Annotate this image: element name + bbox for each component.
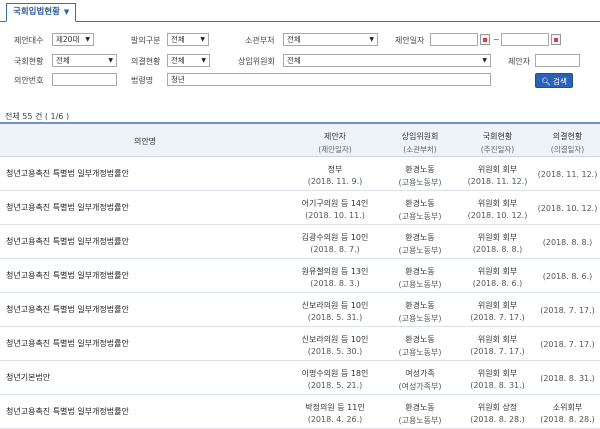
committee-cell: 환경노동 (고용노동부): [398, 233, 442, 255]
status-cell: 위원회 회부 (2018. 8. 31.): [470, 369, 525, 390]
bill-title-link[interactable]: 청년고용촉진 특별법 일부개정법률안: [6, 327, 246, 360]
ministry-label: 소관부처: [245, 36, 275, 45]
decision-cell: (2018. 8. 31.): [540, 374, 595, 383]
tab-bar: 국회입법현황 ▼: [0, 0, 600, 22]
table-row: 청년기본법안 이명수의원 등 18인 (2018. 5. 21.) 여성가족 (여성…: [0, 361, 600, 395]
table-row: 청년고용촉진 특별법 일부개정법률안 박정의원 등 11인 (2018. 4. 2…: [0, 395, 600, 429]
proposer-cell: 어기구의원 등 14인 (2018. 10. 11.): [301, 199, 369, 220]
status-cell: 위원회 회부 (2018. 7. 17.): [470, 301, 525, 322]
header-committee: 상임위원회 (소관부처): [401, 132, 439, 154]
bill-title-link[interactable]: 청년고용촉진 특별법 일부개정법률안: [6, 157, 246, 190]
assembly-status-select[interactable]: 전체 ▼: [52, 54, 117, 67]
proposer-input[interactable]: [535, 54, 580, 67]
status-cell: 위원회 회부 (2018. 10. 12.): [467, 199, 528, 220]
proposal-term-select[interactable]: 제20대 ▼: [52, 33, 94, 46]
committee-cell: 환경노동 (고용노동부): [398, 301, 442, 323]
chevron-down-icon: ▼: [63, 8, 70, 16]
proposer-label: 제안자: [508, 57, 531, 66]
date-to-input[interactable]: [501, 33, 549, 46]
proposer-cell: 신보라의원 등 10인 (2018. 5. 30.): [301, 335, 369, 356]
caret-down-icon: ▼: [200, 36, 205, 43]
tab-label: 국회입법현황: [13, 7, 60, 17]
proposal-date-label: 제안일자: [395, 36, 425, 45]
date-from-input[interactable]: [430, 33, 478, 46]
header-bill-name: 의안명: [133, 137, 157, 146]
header-decision-status: 의결현황 (의결일자): [550, 132, 585, 154]
bill-no-input[interactable]: [52, 73, 117, 86]
table-row: 청년고용촉진 특별법 일부개정법률안 김광수의원 등 10인 (2018. 8. …: [0, 225, 600, 259]
decision-status-select[interactable]: 전체 ▼: [167, 54, 210, 67]
proposer-cell: 박정의원 등 11인 (2018. 4. 26.): [305, 403, 365, 424]
bill-title-link[interactable]: 청년고용촉진 특별법 일부개정법률안: [6, 191, 246, 224]
committee-select[interactable]: 전체 ▼: [283, 54, 491, 67]
proposer-cell: 원유철의원 등 13인 (2018. 8. 3.): [301, 267, 369, 288]
decision-cell: 소위회부 (2018. 8. 28.): [540, 403, 595, 424]
header-proposer: 제안자 (제안일자): [318, 132, 352, 154]
decision-status-label: 의결현황: [131, 57, 161, 66]
caret-down-icon: ▼: [85, 36, 90, 43]
table-header: 의안명 제안자 (제안일자) 상임위원회 (소관부처) 국회현황 (추진일자) …: [0, 122, 600, 157]
status-cell: 위원회 회부 (2018. 7. 17.): [470, 335, 525, 356]
search-button[interactable]: 🔍︎ 검색: [535, 73, 573, 88]
committee-cell: 환경노동 (고용노동부): [398, 165, 442, 187]
proposer-cell: 정부 (2018. 11. 9.): [307, 165, 363, 186]
ministry-select[interactable]: 전체 ▼: [283, 33, 378, 46]
caret-down-icon: ▼: [201, 57, 206, 64]
caret-down-icon: ▼: [369, 36, 374, 43]
decision-cell: (2018. 7. 17.): [540, 306, 595, 315]
status-cell: 위원회 상정 (2018. 8. 28.): [470, 403, 525, 424]
decision-cell: (2018. 10. 12.): [537, 204, 598, 213]
table-row: 청년고용촉진 특별법 일부개정법률안 신보라의원 등 10인 (2018. 5. …: [0, 293, 600, 327]
table-row: 청년고용촉진 특별법 일부개정법률안 신보라의원 등 10인 (2018. 5. …: [0, 327, 600, 361]
decision-cell: (2018. 8. 8.): [542, 238, 593, 247]
bill-title-link[interactable]: 청년고용촉진 특별법 일부개정법률안: [6, 225, 246, 258]
bill-type-select[interactable]: 전체 ▼: [167, 33, 209, 46]
decision-cell: (2018. 8. 6.): [542, 272, 593, 281]
proposer-cell: 이명수의원 등 18인 (2018. 5. 21.): [301, 369, 369, 390]
bill-name-label: 법령명: [131, 76, 154, 85]
committee-label: 상임위원회: [238, 57, 275, 66]
status-cell: 위원회 회부 (2018. 8. 8.): [472, 233, 523, 254]
table-row: 청년고용촉진 특별법 일부개정법률안 어기구의원 등 14인 (2018. 10.…: [0, 191, 600, 225]
date-separator: ~: [493, 35, 500, 44]
bill-no-label: 의안번호: [14, 76, 44, 85]
committee-cell: 환경노동 (고용노동부): [398, 199, 442, 221]
committee-cell: 환경노동 (고용노동부): [398, 267, 442, 289]
bill-title-link[interactable]: 청년고용촉진 특별법 일부개정법률안: [6, 293, 246, 326]
result-summary: 전체 55 건 ( 1/6 ): [5, 112, 70, 121]
bill-title-link[interactable]: 청년고용촉진 특별법 일부개정법률안: [6, 395, 246, 428]
committee-cell: 환경노동 (고용노동부): [398, 335, 442, 357]
calendar-icon[interactable]: [480, 34, 490, 45]
bill-name-input[interactable]: 청년: [167, 73, 491, 86]
caret-down-icon: ▼: [482, 57, 487, 64]
search-icon: 🔍︎: [541, 77, 551, 86]
bill-title-link[interactable]: 청년고용촉진 특별법 일부개정법률안: [6, 259, 246, 292]
bill-title-link[interactable]: 청년기본법안: [6, 361, 246, 394]
calendar-icon[interactable]: [551, 34, 561, 45]
proposal-term-label: 제안대수: [14, 36, 44, 45]
header-assembly-status: 국회현황 (추진일자): [480, 132, 515, 154]
search-form: 제안대수 제20대 ▼ 발의구분 전체 ▼ 소관부처 전체 ▼ 제안일자 ~ 국회현황…: [0, 28, 600, 90]
proposer-cell: 김광수의원 등 10인 (2018. 8. 7.): [301, 233, 369, 254]
status-cell: 위원회 회부 (2018. 11. 12.): [467, 165, 528, 186]
committee-cell: 환경노동 (고용노동부): [398, 403, 442, 425]
decision-cell: (2018. 11. 12.): [537, 170, 598, 179]
tab-assembly-legislation[interactable]: 국회입법현황 ▼: [6, 3, 77, 22]
caret-down-icon: ▼: [108, 57, 113, 64]
bill-type-label: 발의구분: [131, 36, 161, 45]
committee-cell: 여성가족 (여성가족부): [398, 369, 442, 391]
table-row: 청년고용촉진 특별법 일부개정법률안 원유철의원 등 13인 (2018. 8. …: [0, 259, 600, 293]
assembly-status-label: 국회현황: [14, 57, 44, 66]
status-cell: 위원회 회부 (2018. 8. 6.): [472, 267, 523, 288]
proposer-cell: 신보라의원 등 10인 (2018. 5. 31.): [301, 301, 369, 322]
table-row: 청년고용촉진 특별법 일부개정법률안 정부 (2018. 11. 9.) 환경노동…: [0, 157, 600, 191]
decision-cell: (2018. 7. 17.): [540, 340, 595, 349]
